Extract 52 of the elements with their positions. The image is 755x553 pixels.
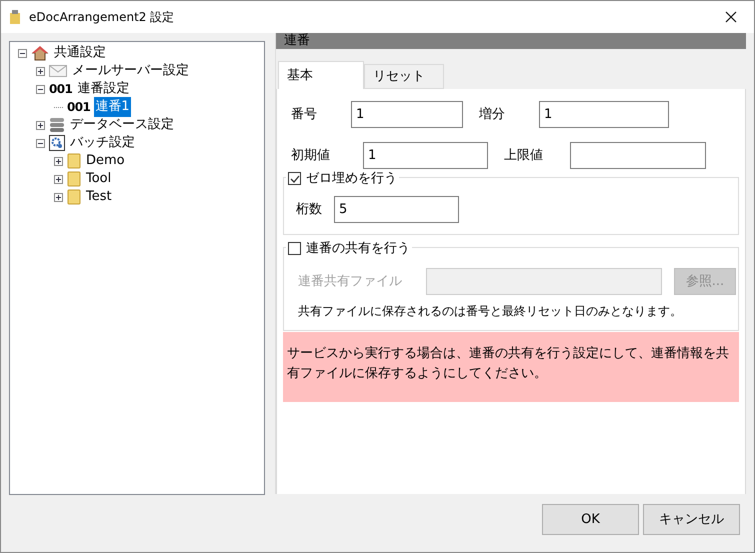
- window-title: eDocArrangement2 設定: [29, 9, 174, 26]
- text-field[interactable]: 1: [363, 142, 488, 169]
- expand-icon[interactable]: [54, 156, 63, 166]
- gear-icon: [49, 135, 65, 151]
- folder-icon: [67, 171, 81, 187]
- expand-icon[interactable]: [36, 66, 45, 76]
- text-field[interactable]: 1: [351, 101, 463, 128]
- checkbox[interactable]: [288, 172, 301, 186]
- app-icon: [9, 9, 21, 25]
- dialog-button[interactable]: OK: [542, 504, 639, 535]
- text-field[interactable]: [570, 142, 706, 169]
- tree-item[interactable]: 共通設定: [53, 43, 107, 63]
- expand-icon[interactable]: [54, 192, 63, 202]
- text-field[interactable]: 5: [334, 196, 459, 223]
- checkbox-label: ゼロ埋めを行う: [306, 170, 397, 188]
- text-field[interactable]: 1: [539, 101, 669, 128]
- tab[interactable]: 基本: [278, 61, 364, 89]
- tree-item[interactable]: 連番1: [94, 97, 131, 117]
- envelope-icon: [49, 65, 67, 77]
- section-header: 連番: [276, 33, 746, 49]
- tree-item[interactable]: メールサーバー設定: [71, 61, 190, 81]
- expand-icon[interactable]: [36, 120, 45, 130]
- checkbox[interactable]: [288, 242, 301, 256]
- tree-item[interactable]: データベース設定: [69, 115, 175, 135]
- dialog-button[interactable]: キャンセル: [643, 504, 740, 535]
- folder-icon: [67, 189, 81, 205]
- tree-item[interactable]: Demo: [85, 151, 126, 171]
- note-text: 共有ファイルに保存されるのは番号と最終リセット日のみとなります。: [297, 303, 683, 320]
- tab[interactable]: リセット: [364, 64, 444, 89]
- field-label: 桁数: [296, 200, 323, 219]
- house-icon: [31, 45, 49, 61]
- collapse-icon[interactable]: [36, 84, 45, 94]
- collapse-icon[interactable]: [36, 138, 45, 148]
- field-label: 連番共有ファイル: [298, 272, 403, 291]
- collapse-icon[interactable]: [18, 48, 27, 58]
- tree-item[interactable]: Test: [85, 187, 113, 207]
- database-icon: [49, 117, 65, 133]
- number-icon: 001: [67, 98, 90, 116]
- field-label: 初期値: [291, 146, 331, 165]
- field-label: 番号: [291, 106, 318, 124]
- tree-item[interactable]: バッチ設定: [69, 133, 136, 153]
- file-path-field[interactable]: [426, 268, 662, 295]
- warning-message: サービスから実行する場合は、連番の共有を行う設定にして、連番情報を共有ファイルに保存するようにしてください。: [283, 332, 739, 402]
- tree-item[interactable]: Tool: [85, 169, 112, 189]
- close-icon: [725, 11, 737, 23]
- checkbox-label: 連番の共有を行う: [306, 240, 410, 258]
- tree-item[interactable]: 連番設定: [76, 79, 130, 99]
- folder-icon: [67, 153, 81, 169]
- field-label: 増分: [479, 106, 506, 124]
- expand-icon[interactable]: [54, 174, 63, 184]
- number-icon: 001: [49, 80, 72, 98]
- field-label: 上限値: [504, 146, 544, 165]
